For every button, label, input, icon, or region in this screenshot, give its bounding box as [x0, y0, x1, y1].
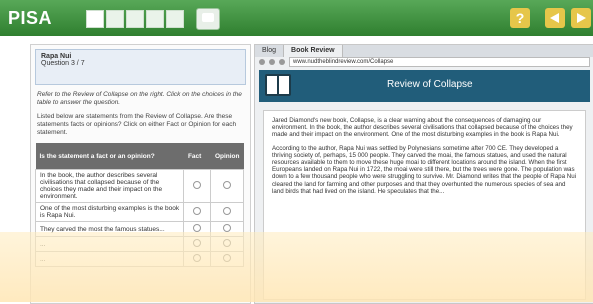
- progress-segment: [166, 10, 184, 28]
- question-header: Rapa Nui Question 3 / 7: [35, 49, 246, 85]
- fact-radio[interactable]: [193, 239, 202, 247]
- address-bar: www.nudtheblindreview.com/Collapse: [255, 57, 593, 67]
- statement-text: ...: [34, 236, 185, 252]
- statement-text: In the book, the author describes severa…: [34, 169, 185, 203]
- url-field[interactable]: www.nudtheblindreview.com/Collapse: [289, 57, 590, 67]
- comment-button[interactable]: [196, 8, 220, 30]
- statement-text: One of the most disturbing examples is t…: [34, 202, 185, 222]
- previous-button[interactable]: [545, 8, 565, 28]
- table-header-statement: Is the statement a fact or an opinion?: [35, 143, 184, 170]
- opinion-radio[interactable]: [223, 254, 232, 262]
- tab-book-review[interactable]: Book Review: [284, 45, 343, 57]
- browser-tabs: Blog Book Review: [255, 45, 593, 57]
- help-button[interactable]: ?: [510, 8, 530, 28]
- fact-radio[interactable]: [193, 181, 202, 189]
- browser-panel: Blog Book Review www.nudtheblindreview.c…: [254, 44, 593, 304]
- forward-icon[interactable]: [269, 59, 275, 65]
- table-header-fact: Fact: [183, 143, 211, 170]
- table-row: They carved the most the famous statues.…: [34, 221, 244, 237]
- progress-segment: [126, 10, 144, 28]
- fact-opinion-table: Is the statement a fact or an opinion? F…: [34, 143, 244, 267]
- tab-blog[interactable]: Blog: [255, 45, 285, 57]
- question-number: Question 3 / 7: [41, 60, 85, 67]
- opinion-radio[interactable]: [223, 239, 232, 247]
- table-row: One of the most disturbing examples is t…: [34, 202, 244, 222]
- table-row: In the book, the author describes severa…: [34, 169, 244, 203]
- progress-indicator: [86, 10, 184, 28]
- banner-title: Review of Collapse: [387, 79, 473, 90]
- pisa-logo: PISA: [8, 8, 53, 28]
- fact-radio[interactable]: [193, 224, 202, 232]
- next-button[interactable]: [571, 8, 591, 28]
- instruction-text: Refer to the Review of Collapse on the r…: [37, 91, 242, 106]
- opinion-radio[interactable]: [223, 181, 232, 189]
- table-header-opinion: Opinion: [210, 143, 244, 170]
- article-paragraph: Jared Diamond's new book, Collapse, is a…: [272, 117, 573, 139]
- statement-text: ...: [34, 251, 185, 267]
- table-row: ...: [34, 236, 244, 252]
- lead-text: Listed below are statements from the Rev…: [37, 113, 237, 136]
- fact-radio[interactable]: [193, 207, 202, 215]
- progress-segment: [86, 10, 104, 28]
- back-icon[interactable]: [259, 59, 265, 65]
- unit-title: Rapa Nui: [41, 53, 72, 60]
- fact-radio[interactable]: [193, 254, 202, 262]
- review-article: Jared Diamond's new book, Collapse, is a…: [263, 110, 586, 300]
- top-bar: PISA ?: [0, 0, 593, 36]
- refresh-icon[interactable]: [279, 59, 285, 65]
- table-row: ...: [34, 251, 244, 267]
- opinion-radio[interactable]: [223, 224, 232, 232]
- book-icon: [265, 74, 291, 96]
- review-banner: Review of Collapse: [259, 70, 590, 102]
- opinion-radio[interactable]: [223, 207, 232, 215]
- statement-text: They carved the most the famous statues.…: [34, 221, 185, 237]
- question-panel: Rapa Nui Question 3 / 7 Refer to the Rev…: [30, 44, 251, 304]
- article-paragraph: According to the author, Rapa Nui was se…: [272, 144, 577, 195]
- progress-segment: [106, 10, 124, 28]
- progress-segment: [146, 10, 164, 28]
